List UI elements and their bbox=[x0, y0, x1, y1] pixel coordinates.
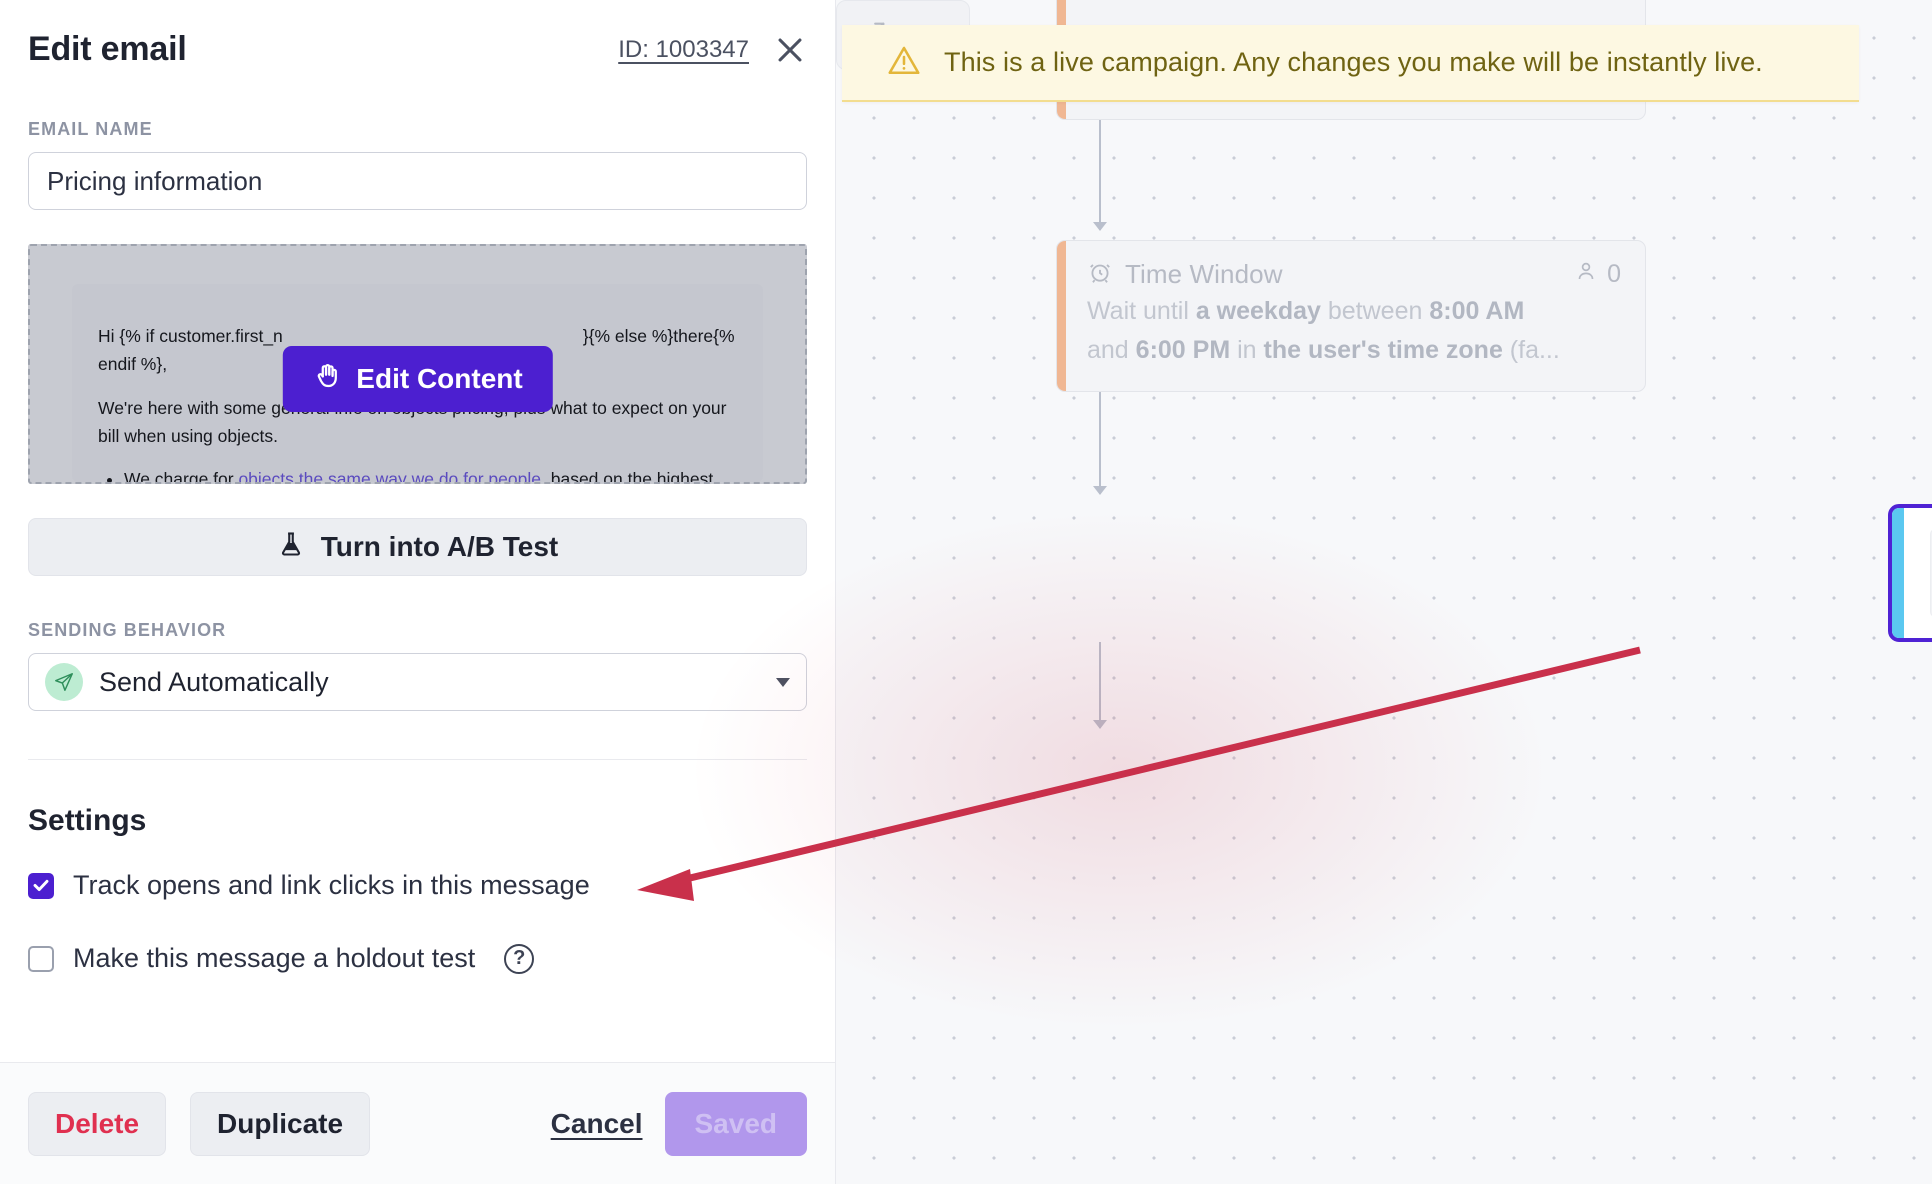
panel-header: Edit email ID: 1003347 bbox=[28, 0, 807, 75]
duplicate-button[interactable]: Duplicate bbox=[190, 1091, 371, 1156]
desc-text: in bbox=[1230, 335, 1264, 364]
email-name-label: EMAIL NAME bbox=[28, 119, 153, 139]
node-description-line-2: and 6:00 PM in the user's time zone (fa.… bbox=[1087, 333, 1621, 368]
help-circle-icon[interactable]: ? bbox=[504, 943, 535, 974]
node-count-value: 0 bbox=[1607, 260, 1621, 288]
warning-triangle-icon bbox=[886, 42, 922, 83]
flow-node-time-window[interactable]: Time Window 0 Wait until a weekday betwe… bbox=[1056, 240, 1646, 392]
sending-behavior-value: Send Automatically bbox=[99, 666, 329, 697]
sending-behavior-label: SENDING BEHAVIOR bbox=[28, 620, 227, 640]
connector-top bbox=[1099, 118, 1101, 230]
checkbox-row-track-opens[interactable]: Track opens and link clicks in this mess… bbox=[28, 870, 807, 901]
node-description-line-1: Wait until a weekday between 8:00 AM bbox=[1087, 294, 1621, 329]
turn-into-ab-test-button[interactable]: Turn into A/B Test bbox=[28, 518, 807, 576]
connector-timewindow-to-pricing bbox=[1099, 392, 1101, 494]
desc-text: Wait until bbox=[1087, 297, 1196, 325]
preview-link[interactable]: objects the same way we do for people bbox=[238, 469, 541, 482]
desc-emphasis: 6:00 PM bbox=[1135, 335, 1231, 364]
desc-emphasis: 8:00 AM bbox=[1429, 297, 1525, 325]
sending-behavior-select[interactable]: Send Automatically bbox=[28, 653, 807, 711]
paper-plane-icon bbox=[45, 663, 83, 701]
panel-footer: Delete Duplicate Cancel Saved bbox=[0, 1062, 835, 1184]
preview-bullet: We charge for objects the same way we do… bbox=[124, 465, 737, 482]
settings-heading: Settings bbox=[28, 804, 147, 837]
desc-text: and bbox=[1087, 335, 1136, 364]
track-opens-label: Track opens and link clicks in this mess… bbox=[73, 870, 590, 900]
panel-scroll-area[interactable]: Edit email ID: 1003347 EMAIL NAME Pricin… bbox=[0, 0, 835, 1062]
connector-arrowhead-bottom bbox=[1093, 720, 1107, 729]
node-title: Time Window bbox=[1125, 259, 1283, 289]
save-button: Saved bbox=[664, 1091, 807, 1156]
preview-text: Hi {% if customer.first_n bbox=[98, 326, 283, 346]
section-divider bbox=[28, 759, 807, 760]
desc-text: between bbox=[1320, 297, 1430, 325]
email-id-link[interactable]: ID: 1003347 bbox=[618, 36, 749, 64]
preview-text: We charge for bbox=[124, 469, 239, 482]
hand-cursor-icon bbox=[312, 361, 342, 398]
ab-test-label: Turn into A/B Test bbox=[320, 531, 559, 562]
delete-button[interactable]: Delete bbox=[28, 1091, 167, 1156]
preview-text: , based on the highest bbox=[541, 469, 714, 482]
flask-icon bbox=[277, 529, 305, 566]
node-accent-bar bbox=[1892, 508, 1904, 638]
desc-text: (fa... bbox=[1502, 335, 1560, 364]
live-campaign-banner: This is a live campaign. Any changes you… bbox=[842, 25, 1859, 102]
campaign-flow-canvas[interactable]: Time Window 0 Wait until a weekday betwe… bbox=[836, 0, 1932, 1184]
email-name-input[interactable] bbox=[28, 152, 807, 210]
flow-node-pricing-information[interactable]: Pricing information {% if customer.plan_… bbox=[1888, 504, 1932, 642]
email-content-preview[interactable]: Hi {% if customer.first_n}{% else %}ther… bbox=[28, 244, 807, 484]
cancel-link[interactable]: Cancel bbox=[551, 1108, 643, 1140]
person-icon bbox=[1574, 259, 1598, 290]
desc-emphasis: a weekday bbox=[1195, 297, 1321, 325]
checkbox-row-holdout-test[interactable]: Make this message a holdout test ? bbox=[28, 943, 807, 974]
node-accent-bar bbox=[1057, 241, 1066, 391]
page-title: Edit email bbox=[28, 30, 187, 68]
chevron-down-icon bbox=[776, 677, 790, 687]
close-icon[interactable] bbox=[773, 33, 807, 67]
banner-message: This is a live campaign. Any changes you… bbox=[944, 47, 1763, 77]
connector-arrowhead-top bbox=[1093, 222, 1107, 231]
holdout-test-label: Make this message a holdout test bbox=[73, 943, 476, 973]
edit-email-panel: Edit email ID: 1003347 EMAIL NAME Pricin… bbox=[0, 0, 836, 1184]
alarm-clock-icon bbox=[1087, 259, 1113, 290]
holdout-test-checkbox[interactable] bbox=[28, 945, 54, 972]
track-opens-checkbox[interactable] bbox=[28, 872, 54, 899]
connector-arrowhead-mid bbox=[1093, 486, 1107, 495]
desc-emphasis: the user's time zone bbox=[1263, 335, 1503, 364]
node-people-count: 0 bbox=[1574, 259, 1621, 290]
edit-content-button[interactable]: Edit Content bbox=[282, 346, 553, 412]
edit-content-label: Edit Content bbox=[356, 363, 523, 394]
connector-pricing-to-exit bbox=[1099, 642, 1101, 728]
